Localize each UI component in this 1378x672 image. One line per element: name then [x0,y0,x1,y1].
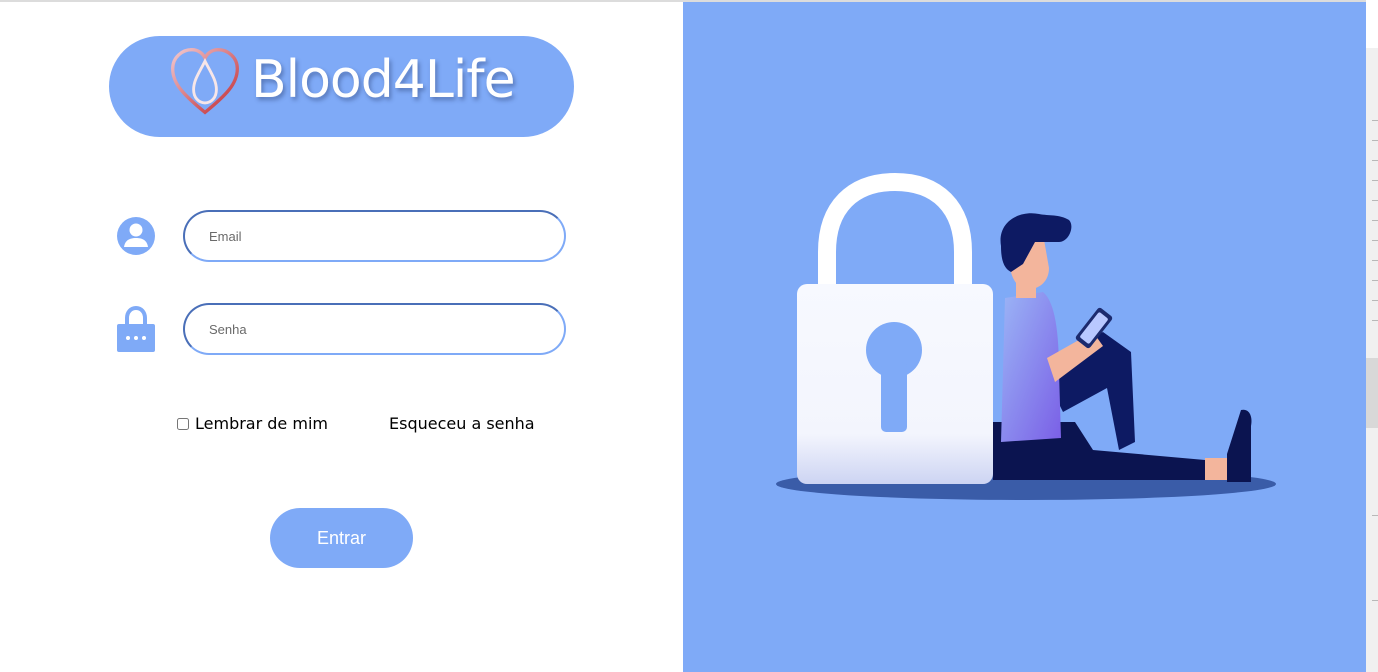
brand-logo: Blood4Life [109,36,574,137]
password-input[interactable] [183,303,566,355]
scrollbar-tick [1372,160,1378,161]
scrollbar-tick [1372,220,1378,221]
scrollbar-tick [1372,120,1378,121]
scrollbar-tick [1372,240,1378,241]
scrollbar-tick [1372,260,1378,261]
remember-me-label: Lembrar de mim [195,414,328,433]
scrollbar-tick [1372,180,1378,181]
scrollbar-tick [1372,200,1378,201]
user-icon [117,217,155,255]
security-illustration [776,172,1276,500]
lock-icon [117,306,155,352]
heart-drop-logo-icon [171,48,239,115]
illustration-panel [683,2,1366,672]
brand-name: Blood4Life [251,50,516,110]
page-scrollbar[interactable] [1366,0,1378,672]
scrollbar-tick [1372,280,1378,281]
scrollbar-thumb[interactable] [1366,358,1378,428]
login-panel: Blood4Life Lembrar de mim Esqueceu a sen… [0,2,683,672]
scrollbar-tick [1372,140,1378,141]
forgot-password-link[interactable]: Esqueceu a senha [389,414,535,433]
person-reading-illustration [993,213,1252,482]
remember-me[interactable]: Lembrar de mim [177,414,328,433]
scrollbar-tick [1372,600,1378,601]
email-input[interactable] [183,210,566,262]
scrollbar-tick [1372,320,1378,321]
scrollbar-tick [1372,515,1378,516]
scrollbar-track [1366,0,1378,48]
scrollbar-tick [1372,300,1378,301]
submit-button[interactable]: Entrar [270,508,413,568]
padlock-illustration [797,172,993,484]
remember-me-checkbox[interactable] [177,417,189,430]
